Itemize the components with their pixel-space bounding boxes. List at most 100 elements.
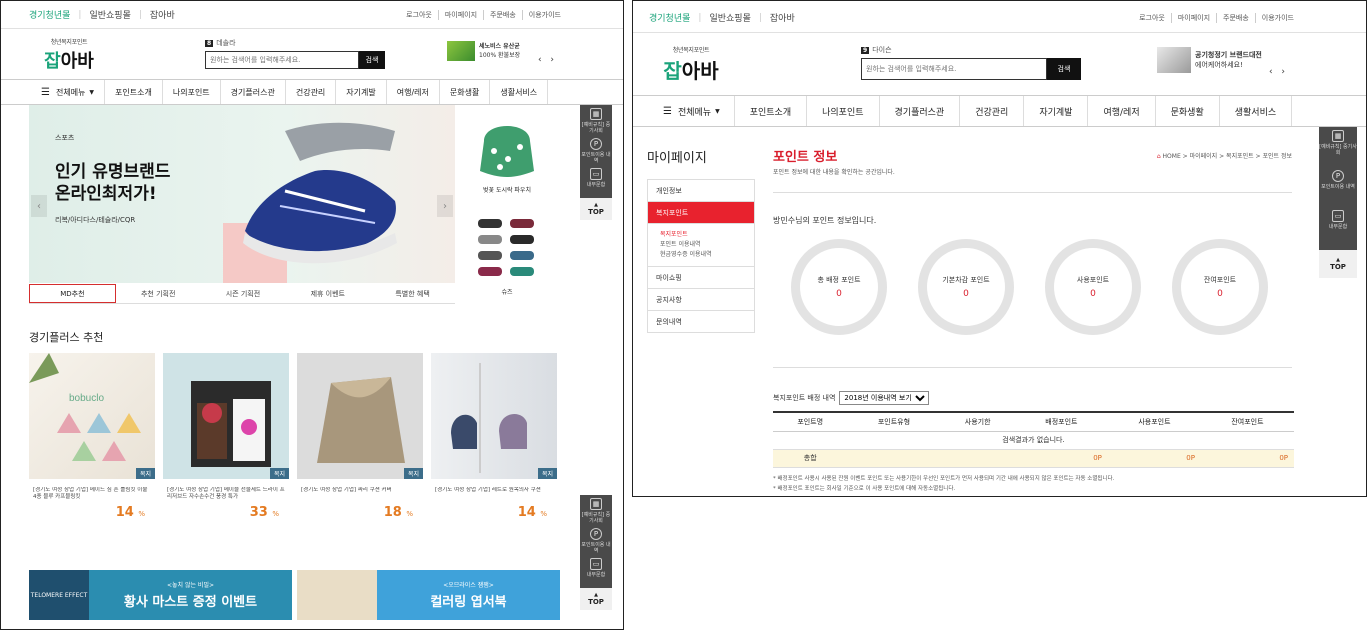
hot-keyword[interactable]: 8 데솔라 [205, 38, 385, 48]
nav-point-intro[interactable]: 포인트소개 [105, 80, 163, 104]
mypage-side-nav: 개인정보 복지포인트 복지포인트 포인트 이용내역 현금영수증 이용내역 마이쇼… [647, 179, 755, 333]
point-circle-base: 기본차감 포인트 0 [918, 239, 1014, 335]
col-point-name: 포인트명 [773, 411, 848, 432]
nav-life-service[interactable]: 생활서비스 [1220, 96, 1293, 126]
mypage-panel: 경기청년몰 | 일반쇼핑몰 | 잡아바 로그아웃 마이페이지 주문배송 이용가이… [632, 0, 1367, 497]
nav-self-dev[interactable]: 자기계발 [1024, 96, 1089, 126]
nav-gg-plus[interactable]: 경기플러스관 [880, 96, 961, 126]
guide-link[interactable]: 이용가이드 [521, 10, 561, 20]
header-promo[interactable]: 세노비스 유산균 100% 환불보장 [447, 41, 520, 61]
quick-inquiry[interactable]: ▭ 내무문합 [1319, 210, 1357, 250]
quick-point-history[interactable]: P 포인트이용 내역 [580, 528, 612, 558]
lnb-my-shopping[interactable]: 마이쇼핑 [648, 267, 754, 289]
lnb-sub-point-history[interactable]: 포인트 이용내역 [660, 240, 754, 250]
nav-health[interactable]: 건강관리 [960, 96, 1025, 126]
quick-rule[interactable]: ▦ [예비규칙] 중기사회 [580, 108, 612, 138]
product-card[interactable]: bobuclo 복지 [경기도 여성 창업 기업] 메이드 심 흔 틀림킷 이불… [29, 353, 155, 520]
quick-inquiry[interactable]: ▭ 내무문합 [580, 168, 612, 198]
top-button[interactable]: ▲ TOP [580, 588, 612, 610]
tab-youth-mall[interactable]: 경기청년몰 [649, 11, 690, 24]
promo-image [447, 41, 475, 61]
banner-tab-partner[interactable]: 제휴 이벤트 [285, 284, 370, 303]
home-icon[interactable]: ⌂ [1157, 153, 1161, 160]
tab-general-mall[interactable]: 일반쇼핑몰 [89, 8, 130, 21]
lnb-personal-info[interactable]: 개인정보 [648, 180, 754, 202]
nav-travel[interactable]: 여행/레저 [387, 80, 440, 104]
nav-culture[interactable]: 문화생활 [1156, 96, 1220, 126]
banner-tab-special[interactable]: 특별한 혜택 [370, 284, 455, 303]
lnb-inquiry[interactable]: 문의내역 [648, 311, 754, 333]
all-menu-button[interactable]: ☰ 전체메뉴 ▼ [1, 80, 106, 104]
search-button[interactable]: 검색 [359, 51, 385, 69]
nav-travel[interactable]: 여행/레저 [1088, 96, 1156, 126]
product-card[interactable]: 복지 [경기도 여성 창업 기업] 레트로 원목의자 쿠션 14 % [431, 353, 557, 520]
card-icon: ▭ [1332, 210, 1344, 222]
hamburger-icon: ☰ [663, 105, 672, 117]
lnb-notice[interactable]: 공지사항 [648, 289, 754, 311]
top-button[interactable]: ▲ TOP [580, 198, 612, 220]
notes: * 배정포인트 사용시 사용된 잔원 이벤트 포인트 또는 사용기한이 우선인 … [773, 476, 1115, 492]
tab-general-mall[interactable]: 일반쇼핑몰 [709, 11, 750, 24]
search-input[interactable] [205, 51, 359, 69]
building-icon: ▦ [590, 108, 602, 120]
nav-self-dev[interactable]: 자기계발 [336, 80, 387, 104]
lnb-welfare-point[interactable]: 복지포인트 [648, 202, 754, 224]
nav-my-point[interactable]: 나의포인트 [807, 96, 880, 126]
event-banner-coloring[interactable]: <오므라이스 잼잼> 컬러링 엽서북 [297, 570, 560, 620]
quick-inquiry[interactable]: ▭ 내무문합 [580, 558, 612, 588]
tab-jobaba[interactable]: 잡아바 [770, 11, 795, 24]
quick-rule[interactable]: ▦ [예비규칙] 중기사회 [580, 498, 612, 528]
lnb-sub-receipt-history[interactable]: 현금영수증 이용내역 [660, 250, 754, 260]
search-input[interactable] [861, 58, 1047, 80]
banner-next-arrow[interactable]: › [437, 195, 453, 217]
banner-tab-season[interactable]: 시즌 기획전 [201, 284, 286, 303]
promo-arrows[interactable]: ‹ › [538, 55, 557, 65]
col-expiry: 사용기한 [940, 411, 1015, 432]
side-promo-shoes[interactable]: 슈즈 [464, 213, 550, 296]
quick-point-history[interactable]: P 포인트이용 내역 [1319, 170, 1357, 210]
lnb-sub-welfare[interactable]: 복지포인트 [660, 230, 754, 240]
side-promo-pouch[interactable]: 벚꽃 도시락 파우치 [464, 111, 550, 194]
page-title: 포인트 정보 [773, 150, 838, 165]
mypage-link[interactable]: 마이페이지 [1170, 13, 1210, 23]
tab-youth-mall[interactable]: 경기청년몰 [29, 8, 70, 21]
nav-my-point[interactable]: 나의포인트 [163, 80, 221, 104]
nav-health[interactable]: 건강관리 [286, 80, 337, 104]
empty-message: 검색결과가 없습니다. [773, 431, 1294, 450]
main-banner[interactable]: 스포츠 인기 유명브랜드 온라인최저가! 리복/아디다스/테슬라/CQR ‹ › [29, 105, 455, 283]
col-remaining: 잔여포인트 [1200, 411, 1294, 432]
product-tag: 복지 [269, 468, 289, 479]
logout-link[interactable]: 로그아웃 [406, 10, 432, 20]
all-menu-button[interactable]: ☰ 전체메뉴 ▼ [633, 96, 735, 126]
event-banner-mask[interactable]: TELOMERE EFFECT <놓치 않는 비밀> 황사 마스트 증정 이벤트 [29, 570, 292, 620]
logo[interactable]: 청년복지포인트 잡아바 [39, 37, 99, 73]
promo-arrows[interactable]: ‹ › [1269, 67, 1288, 77]
quick-point-history[interactable]: P 포인트이용 내역 [580, 138, 612, 168]
product-card[interactable]: 복지 [경기도 여성 창업 기업] 메이블 선물세트 드라이 프리저브드 자수손… [163, 353, 289, 520]
history-year-select[interactable]: 2018년 이용내역 보기 [839, 391, 930, 405]
top-button[interactable]: ▲ TOP [1319, 250, 1357, 278]
nav-life-service[interactable]: 생활서비스 [490, 80, 549, 104]
nav-gg-plus[interactable]: 경기플러스관 [221, 80, 286, 104]
hot-keyword[interactable]: 9 다이슨 [861, 45, 1081, 55]
header-promo[interactable]: 공기청정기 브랜드대전 에어케어하세요! [1157, 47, 1262, 73]
section-title: 경기플러스 추천 [29, 331, 104, 344]
order-link[interactable]: 주문배송 [1216, 13, 1249, 23]
nav-point-intro[interactable]: 포인트소개 [735, 96, 808, 126]
mypage-link[interactable]: 마이페이지 [437, 10, 477, 20]
logout-link[interactable]: 로그아웃 [1139, 13, 1165, 23]
guide-link[interactable]: 이용가이드 [1254, 13, 1294, 23]
top-bar: 경기청년몰 | 일반쇼핑몰 | 잡아바 로그아웃 마이페이지 주문배송 이용가이… [1, 1, 623, 29]
banner-tab-recommend[interactable]: 추천 기획전 [116, 284, 201, 303]
order-link[interactable]: 주문배송 [483, 10, 516, 20]
nav-culture[interactable]: 문화생활 [440, 80, 491, 104]
banner-prev-arrow[interactable]: ‹ [31, 195, 47, 217]
tab-jobaba[interactable]: 잡아바 [150, 8, 175, 21]
banner-tab-md[interactable]: MD추천 [29, 284, 116, 303]
right-quick-menu: ▦ [예비규칙] 중기사회 P 포인트이용 내역 ▭ 내무문합 ▲ TOP [580, 105, 612, 220]
product-tag: 복지 [135, 468, 155, 479]
search-button[interactable]: 검색 [1047, 58, 1081, 80]
quick-rule[interactable]: ▦ [예비규칙] 중기사회 [1319, 130, 1357, 170]
logo[interactable]: 청년복지포인트 잡아바 [661, 45, 721, 84]
product-card[interactable]: 복지 [경기도 여성 창업 기업] 싸리 쿠션 커버 18 % [297, 353, 423, 520]
